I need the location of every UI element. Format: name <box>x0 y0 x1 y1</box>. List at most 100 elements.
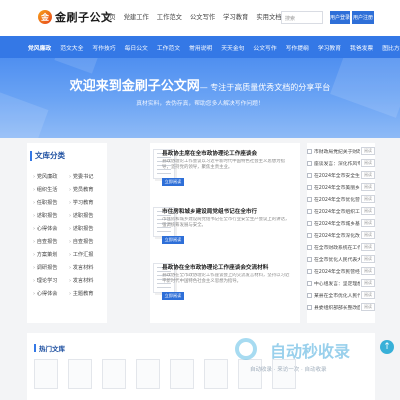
list-item[interactable]: 某县在全市优化人民代表大会第阅读 <box>307 289 375 301</box>
list-item-title[interactable]: 市财政局党纪关于财政资金监督 <box>314 148 360 155</box>
hot-doc-thumbnail[interactable] <box>102 359 126 389</box>
category-item[interactable]: 党委书记 <box>69 172 105 182</box>
list-item[interactable]: 县委组织部部长整改面对面讲话阅读 <box>307 301 375 313</box>
category-item[interactable]: 主题教育 <box>69 289 105 299</box>
list-item-title[interactable]: 座谈发言：深化作风专项“五查” <box>314 160 360 167</box>
list-item-badge[interactable]: 阅读 <box>361 231 375 239</box>
list-item[interactable]: 中心组发言：坚定理想信念，筑牢阅读 <box>307 277 375 289</box>
list-item-badge[interactable]: 阅读 <box>361 267 375 275</box>
category-item[interactable]: 自查报告 <box>69 237 105 247</box>
top-header: 金 金刷子公文 首页 党建工作 工作范文 公文写作 学习教育 实用文档 搜索 用… <box>0 0 400 36</box>
category-item[interactable]: 任职报告 <box>33 198 69 208</box>
list-item[interactable]: 在全市财政系统在工作座谈会上阅读 <box>307 241 375 253</box>
nav-item-6[interactable]: 天天金句 <box>221 43 244 52</box>
list-item-badge[interactable]: 阅读 <box>361 159 375 167</box>
nav-item-7[interactable]: 公文写作 <box>253 43 276 52</box>
category-item[interactable]: 心得体会 <box>33 289 69 299</box>
search-input[interactable]: 搜索 <box>281 11 323 24</box>
top-nav-home[interactable]: 首页 <box>103 12 116 21</box>
register-button[interactable]: 用户注册 <box>352 11 374 24</box>
top-nav: 首页 党建工作 工作范文 公文写作 学习教育 实用文档 <box>103 12 290 21</box>
hot-doc-thumbnail[interactable] <box>204 359 228 389</box>
hot-doc-thumbnail[interactable] <box>34 359 58 389</box>
back-to-top-button[interactable]: ↑ <box>380 340 394 354</box>
category-item[interactable]: 工作汇报 <box>69 250 105 260</box>
category-item[interactable]: 述职报告 <box>69 211 105 221</box>
category-item[interactable]: 方案策划 <box>33 250 69 260</box>
category-item[interactable]: 调研报告 <box>33 263 69 273</box>
nav-item-2[interactable]: 写作技巧 <box>92 43 115 52</box>
category-item[interactable]: 党员教育 <box>69 185 105 195</box>
list-item-badge[interactable]: 阅读 <box>361 279 375 287</box>
list-item-title[interactable]: 在全市财政系统在工作座谈会上 <box>314 244 360 251</box>
nav-item-11[interactable]: 图比方案 <box>382 43 400 52</box>
top-nav-writing[interactable]: 公文写作 <box>190 12 215 21</box>
top-nav-docs[interactable]: 实用文档 <box>256 12 281 21</box>
list-item-title[interactable]: 某县在全市优化人民代表大会第 <box>314 292 360 299</box>
top-nav-samples[interactable]: 工作范文 <box>157 12 182 21</box>
list-item[interactable]: 在2024年全市民营经济发展推进阅读 <box>307 265 375 277</box>
list-item-title[interactable]: 在全市优化人民代表大会第二次 <box>314 256 360 263</box>
hot-doc-thumbnail[interactable] <box>136 359 160 389</box>
list-item-title[interactable]: 县委组织部部长整改面对面讲话 <box>314 304 360 311</box>
list-item[interactable]: 在2024年全市优化营商环境工作部阅读 <box>307 193 375 205</box>
category-item[interactable]: 心得体会 <box>33 224 69 234</box>
list-item-title[interactable]: 在2024年全市优化营商环境工作部 <box>314 196 360 203</box>
list-item-title[interactable]: 在2024年全市组织工作会议上的 <box>314 208 360 215</box>
list-item[interactable]: 在2024年全市城乡基层治理会议阅读 <box>307 217 375 229</box>
hot-doc-thumbnail[interactable] <box>68 359 92 389</box>
category-item[interactable]: 学习教育 <box>69 198 105 208</box>
list-item-badge[interactable]: 阅读 <box>361 243 375 251</box>
list-item-badge[interactable]: 阅读 <box>361 291 375 299</box>
category-item[interactable]: 发言材料 <box>69 276 105 286</box>
list-item-badge[interactable]: 阅读 <box>361 207 375 215</box>
list-item-title[interactable]: 在2024年全市美丽乡村建设工作会 <box>314 184 360 191</box>
category-item[interactable]: 党风廉政 <box>33 172 69 182</box>
list-item-title[interactable]: 在2024年全市城乡基层治理会议 <box>314 220 360 227</box>
nav-item-8[interactable]: 写作提纲 <box>286 43 309 52</box>
read-now-button[interactable]: 立即阅读 <box>162 292 184 300</box>
list-item[interactable]: 在2024年全市美丽乡村建设工作会阅读 <box>307 181 375 193</box>
login-button[interactable]: 用户登录 <box>330 11 350 24</box>
hot-doc-thumbnail[interactable] <box>170 359 194 389</box>
nav-item-4[interactable]: 工作范文 <box>157 43 180 52</box>
category-item[interactable]: 自查报告 <box>33 237 69 247</box>
category-item[interactable]: 发言材料 <box>69 263 105 273</box>
category-item[interactable]: 述职报告 <box>33 211 69 221</box>
list-item-badge[interactable]: 阅读 <box>361 183 375 191</box>
list-item-badge[interactable]: 阅读 <box>361 219 375 227</box>
read-now-button[interactable]: 立即阅读 <box>162 178 184 186</box>
list-item-badge[interactable]: 阅读 <box>361 147 375 155</box>
article-title[interactable]: 市住房和城乡建设局党组书记在全市行 <box>162 207 292 215</box>
article-title[interactable]: 县政协在全市政协理论工作座谈会交流材料 <box>162 263 292 271</box>
top-nav-study[interactable]: 学习教育 <box>223 12 248 21</box>
list-item[interactable]: 在2024年全市深化改革工作部署阅读 <box>307 229 375 241</box>
list-item[interactable]: 市财政局党纪关于财政资金监督阅读 <box>307 145 375 157</box>
nav-item-5[interactable]: 常用说明 <box>189 43 212 52</box>
top-nav-party[interactable]: 党建工作 <box>124 12 149 21</box>
list-item-title[interactable]: 在2024年全市民营经济发展推进 <box>314 268 360 275</box>
list-item-badge[interactable]: 阅读 <box>361 255 375 263</box>
list-item-badge[interactable]: 阅读 <box>361 171 375 179</box>
checkbox-icon <box>307 244 312 250</box>
article-title[interactable]: 县政协主席在全市政协理论工作座谈会 <box>162 149 292 157</box>
list-item[interactable]: 在2024年全市组织工作会议上的阅读 <box>307 205 375 217</box>
site-logo[interactable]: 金 金刷子公文 <box>38 9 113 25</box>
category-item[interactable]: 理论学习 <box>33 276 69 286</box>
nav-item-3[interactable]: 每日公文 <box>125 43 148 52</box>
list-item-title[interactable]: 在2024年全市安全生产工作会议 <box>314 172 360 179</box>
nav-item-1[interactable]: 范文大全 <box>60 43 83 52</box>
list-item[interactable]: 在2024年全市安全生产工作会议阅读 <box>307 169 375 181</box>
list-item[interactable]: 在全市优化人民代表大会第二次阅读 <box>307 253 375 265</box>
nav-item-10[interactable]: 我爸发票 <box>350 43 373 52</box>
nav-item-9[interactable]: 学习教育 <box>318 43 341 52</box>
list-item-badge[interactable]: 阅读 <box>361 303 375 311</box>
category-item[interactable]: 述职报告 <box>69 224 105 234</box>
list-item[interactable]: 座谈发言：深化作风专项“五查”阅读 <box>307 157 375 169</box>
list-item-title[interactable]: 中心组发言：坚定理想信念，筑牢 <box>314 280 360 287</box>
read-now-button[interactable]: 立即阅读 <box>162 236 184 244</box>
list-item-badge[interactable]: 阅读 <box>361 195 375 203</box>
nav-item-0[interactable]: 党风廉政 <box>28 43 51 52</box>
category-item[interactable]: 组织生活 <box>33 185 69 195</box>
list-item-title[interactable]: 在2024年全市深化改革工作部署 <box>314 232 360 239</box>
